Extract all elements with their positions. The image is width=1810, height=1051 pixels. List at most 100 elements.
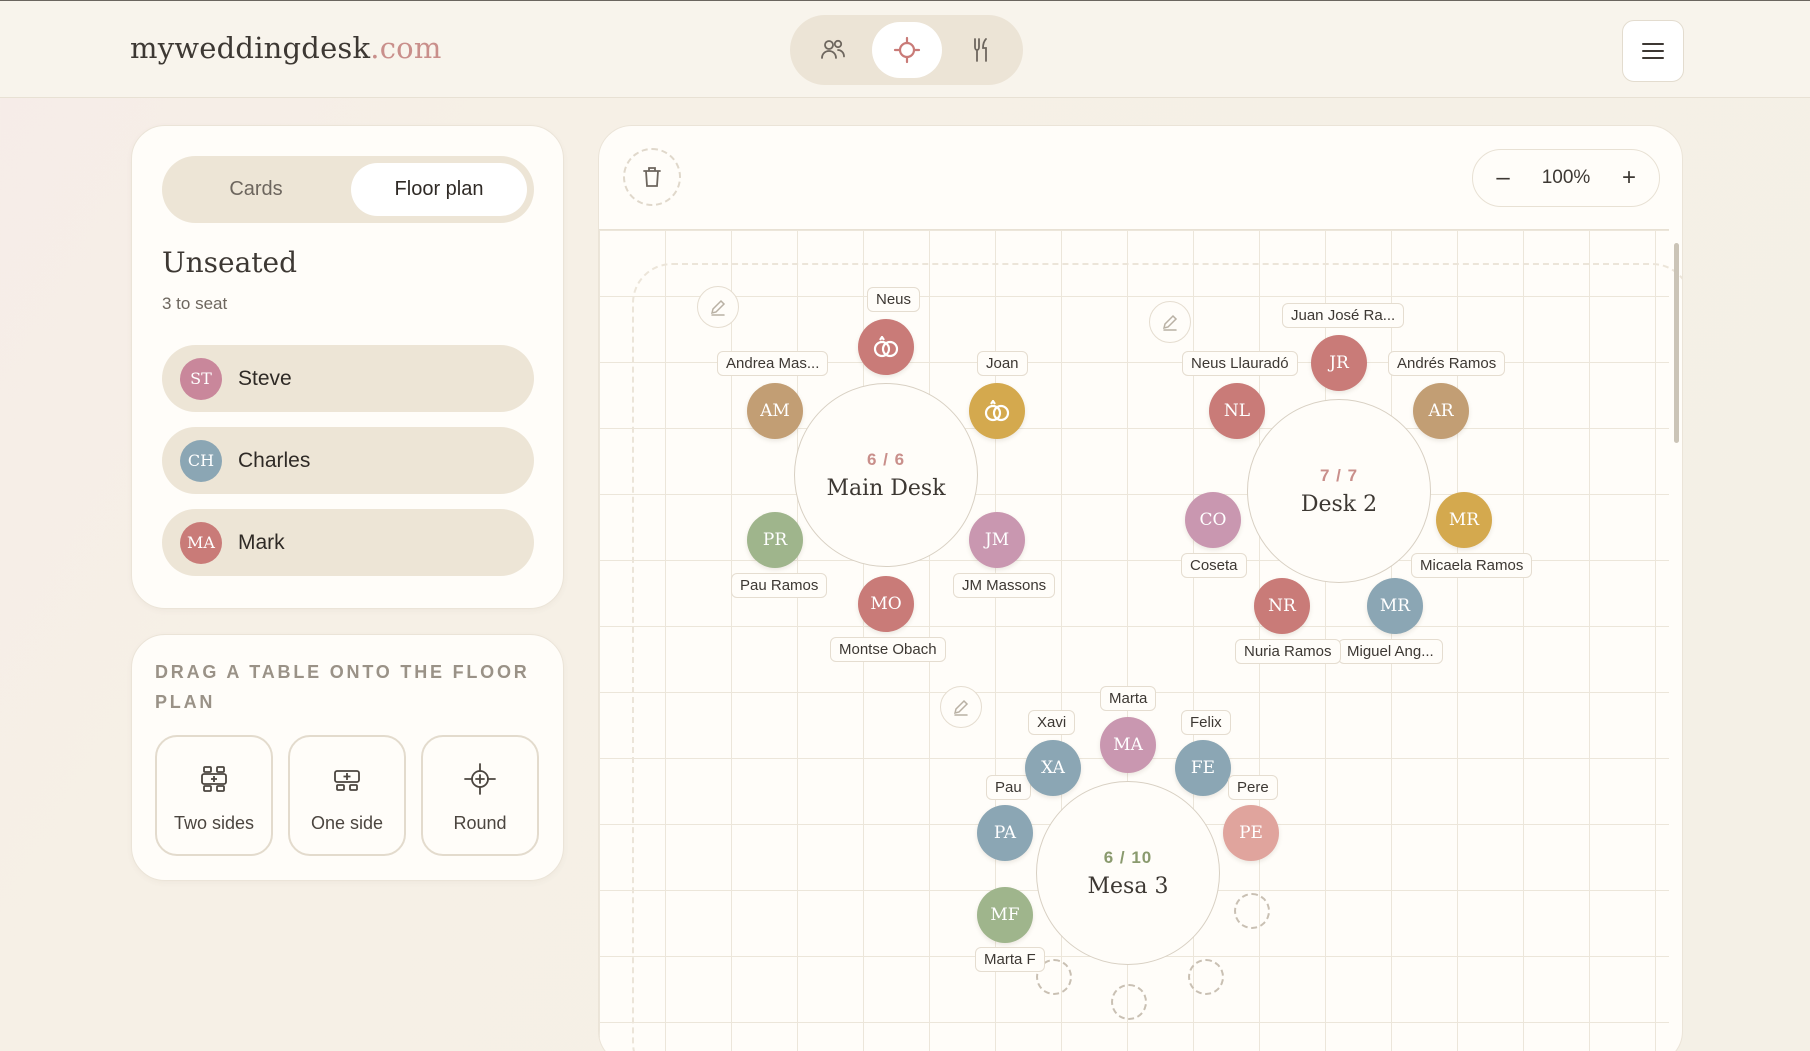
seat[interactable]: JM: [969, 512, 1025, 568]
table-desk-2[interactable]: 7 / 7 Desk 2: [1247, 399, 1431, 583]
round-label: Round: [453, 813, 507, 833]
seat[interactable]: NL: [1209, 383, 1265, 439]
empty-seat[interactable]: [1234, 893, 1270, 929]
avatar: ST: [180, 357, 222, 400]
unseated-guest[interactable]: CH Charles: [162, 427, 534, 494]
tab-floor-plan[interactable]: Floor plan: [351, 163, 527, 216]
pencil-icon: [1162, 314, 1178, 331]
menu-view-button[interactable]: [946, 22, 1016, 78]
zoom-level: 100%: [1541, 167, 1591, 188]
seat-label: JM Massons: [953, 573, 1056, 598]
seat-label: Neus: [867, 287, 921, 312]
zoom-out-button[interactable]: –: [1491, 164, 1515, 192]
seat-label: Marta: [1100, 686, 1157, 711]
table-name: Desk 2: [1300, 491, 1378, 517]
round-table-button[interactable]: Round: [421, 735, 539, 856]
seat[interactable]: MR: [1367, 578, 1423, 634]
vertical-scrollbar[interactable]: [1669, 231, 1682, 1051]
table-seat-count: 6 / 10: [1103, 847, 1153, 867]
rings-icon: [984, 400, 1010, 422]
seat-label: Felix: [1181, 710, 1231, 735]
empty-seat[interactable]: [1188, 959, 1224, 995]
floor-plan-view-button[interactable]: [872, 22, 942, 78]
tab-cards[interactable]: Cards: [169, 163, 343, 216]
seat-label: Joan: [977, 351, 1028, 376]
edit-table-button[interactable]: [940, 686, 982, 728]
logo[interactable]: myweddingdesk.com: [130, 31, 442, 65]
floor-plan-icon: [893, 36, 921, 64]
one-side-table-icon: [334, 770, 360, 791]
one-side-table-button[interactable]: One side: [288, 735, 406, 856]
scrollbar-thumb[interactable]: [1674, 243, 1679, 443]
seat[interactable]: PR: [747, 512, 803, 568]
seat-label: Micaela Ramos: [1411, 553, 1533, 578]
avatar: MA: [180, 521, 222, 564]
unseated-panel: Cards Floor plan Unseated 3 to seat ST S…: [131, 125, 564, 609]
logo-main-text: myweddingdesk: [130, 31, 371, 65]
seat[interactable]: AM: [747, 383, 803, 439]
seat[interactable]: XA: [1025, 740, 1081, 796]
pencil-icon: [710, 299, 726, 316]
seat-label: Pau Ramos: [731, 573, 828, 598]
seat-couple[interactable]: [858, 319, 914, 375]
guest-name: Charles: [238, 448, 311, 472]
view-switcher: [790, 15, 1023, 85]
hamburger-menu-button[interactable]: [1622, 20, 1684, 82]
unseated-guest[interactable]: MA Mark: [162, 509, 534, 576]
two-sides-table-button[interactable]: Two sides: [155, 735, 273, 856]
seat-label: Marta F: [975, 947, 1045, 972]
seat-label: Andrea Mas...: [717, 351, 829, 376]
seat[interactable]: MF: [977, 887, 1033, 943]
seat[interactable]: MO: [858, 576, 914, 632]
empty-seat[interactable]: [1111, 984, 1147, 1020]
avatar: CH: [180, 439, 222, 482]
seat-label: Miguel Ang...: [1338, 639, 1443, 664]
one-side-label: One side: [310, 813, 384, 833]
view-mode-toggle: Cards Floor plan: [162, 156, 534, 223]
seat[interactable]: JR: [1311, 335, 1367, 391]
seat[interactable]: AR: [1413, 383, 1469, 439]
seat[interactable]: PE: [1223, 805, 1279, 861]
drag-table-heading: DRAG A TABLE ONTO THE FLOOR PLAN: [155, 662, 530, 712]
seat-label: Nuria Ramos: [1235, 639, 1341, 664]
seat-label: Pere: [1228, 775, 1278, 800]
edit-table-button[interactable]: [697, 286, 739, 328]
seat[interactable]: CO: [1185, 492, 1241, 548]
add-table-panel: DRAG A TABLE ONTO THE FLOOR PLAN Two sid…: [131, 634, 564, 881]
logo-domain-text: .com: [370, 31, 442, 65]
guests-view-button[interactable]: [798, 22, 868, 78]
table-mesa-3[interactable]: 6 / 10 Mesa 3: [1036, 781, 1220, 965]
zoom-in-button[interactable]: +: [1617, 164, 1641, 192]
menu-cutlery-icon: [974, 38, 987, 62]
zoom-control: – 100% +: [1472, 149, 1660, 207]
floor-plan-canvas[interactable]: – 100% + 6 / 6 Main Desk Neus Joan JM JM…: [598, 125, 1683, 1051]
seat[interactable]: MA: [1100, 717, 1156, 773]
seat[interactable]: PA: [977, 805, 1033, 861]
table-name: Mesa 3: [1087, 873, 1169, 899]
seat[interactable]: FE: [1175, 740, 1231, 796]
seat-label: Pau: [986, 775, 1031, 800]
seat[interactable]: MR: [1436, 492, 1492, 548]
top-bar: myweddingdesk.com: [0, 0, 1810, 98]
delete-drop-zone[interactable]: [623, 148, 681, 206]
table-name: Main Desk: [826, 475, 946, 501]
round-table-icon: [464, 763, 496, 795]
edit-table-button[interactable]: [1149, 301, 1191, 343]
seat-label: Juan José Ra...: [1282, 303, 1405, 328]
unseated-guest[interactable]: ST Steve: [162, 345, 534, 412]
trash-icon: [643, 167, 661, 187]
two-sides-table-icon: [201, 766, 227, 792]
guest-name: Steve: [238, 366, 292, 390]
seat-label: Neus Llauradó: [1182, 351, 1298, 376]
table-seat-count: 7 / 7: [1319, 465, 1359, 485]
unseated-count: 3 to seat: [162, 294, 228, 313]
hamburger-icon: [1642, 43, 1664, 59]
seat-label: Andrés Ramos: [1388, 351, 1506, 376]
pencil-icon: [953, 699, 969, 716]
seat-label: Montse Obach: [830, 637, 946, 662]
table-seat-count: 6 / 6: [866, 449, 906, 469]
seat-couple[interactable]: [969, 383, 1025, 439]
seat[interactable]: NR: [1254, 578, 1310, 634]
table-main-desk[interactable]: 6 / 6 Main Desk: [794, 383, 978, 567]
rings-icon: [873, 336, 899, 358]
